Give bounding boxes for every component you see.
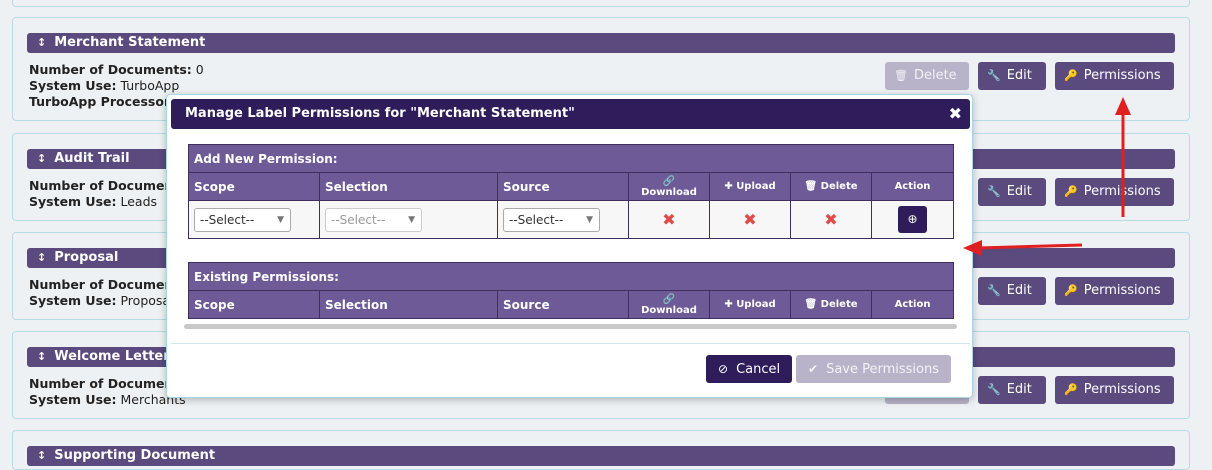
panel-title: Welcome Letter <box>54 349 170 364</box>
save-permissions-button[interactable]: ✔ Save Permissions <box>796 355 951 383</box>
col-upload: ✚ Upload <box>709 172 791 201</box>
panel-title: Merchant Statement <box>54 35 206 50</box>
sort-arrows-icon: ↕ <box>37 350 47 363</box>
permissions-button[interactable]: 🔑Permissions <box>1055 376 1174 404</box>
caret-down-icon: ▼ <box>586 214 593 225</box>
col-upload: ✚ Upload <box>709 290 791 319</box>
annotation-arrow-left <box>963 240 1083 256</box>
edit-button[interactable]: 🔧 Edit <box>978 178 1046 206</box>
key-icon: 🔑 <box>1064 284 1078 297</box>
trash-icon: 🗑 <box>804 181 818 192</box>
ban-icon: ⊘ <box>718 362 729 376</box>
download-toggle-x-icon[interactable]: ✖ <box>662 210 675 229</box>
upload-toggle-x-icon[interactable]: ✖ <box>743 210 756 229</box>
key-icon: 🔑 <box>1064 185 1078 198</box>
plus-icon: ✚ <box>724 181 733 192</box>
panel-header[interactable]: ↕ Supporting Document <box>27 446 1175 466</box>
new-permission-row: --Select-- ▼ --Select-- ▼ --Select-- ▼ ✖ ✖ … <box>188 200 954 239</box>
modal-divider <box>171 343 970 344</box>
col-source: Source <box>497 290 629 319</box>
col-download: 🔗 Download <box>628 172 710 201</box>
panel-info: Number of Documen System Use: Leads <box>29 178 174 209</box>
edit-button[interactable]: 🔧 Edit <box>978 62 1046 90</box>
trash-icon: 🗑 <box>894 69 908 82</box>
col-scope: Scope <box>188 290 320 319</box>
key-icon: 🔑 <box>1064 383 1078 396</box>
add-permission-title: Add New Permission: <box>188 144 954 173</box>
sort-arrows-icon: ↕ <box>37 449 47 462</box>
edit-button[interactable]: 🔧 Edit <box>978 376 1046 404</box>
panel-supporting-document: ↕ Supporting Document <box>12 430 1190 470</box>
sort-arrows-icon: ↕ <box>37 152 47 165</box>
panel-title: Proposal <box>54 250 119 265</box>
annotation-arrow-up <box>1115 97 1131 217</box>
add-permission-table: Add New Permission: Scope Selection Sour… <box>188 144 954 239</box>
delete-button[interactable]: 🗑 Delete <box>885 62 969 90</box>
col-action: Action <box>871 172 954 201</box>
permissions-button[interactable]: 🔑Permissions <box>1055 62 1174 90</box>
existing-permissions-title: Existing Permissions: <box>187 262 955 291</box>
horizontal-scrollbar[interactable] <box>184 324 957 329</box>
panel-info: Number of Documen System Use: Proposal <box>29 277 174 308</box>
modal-header: Manage Label Permissions for "Merchant S… <box>171 99 970 129</box>
selection-select[interactable]: --Select-- ▼ <box>325 207 422 232</box>
permissions-button[interactable]: 🔑Permissions <box>1055 277 1174 305</box>
col-scope: Scope <box>188 172 320 201</box>
trash-icon: 🗑 <box>804 299 818 310</box>
col-source: Source <box>497 172 629 201</box>
permissions-modal: Manage Label Permissions for "Merchant S… <box>166 94 973 398</box>
link-icon: 🔗 <box>662 293 676 305</box>
cancel-button[interactable]: ⊘ Cancel <box>706 355 793 383</box>
sort-arrows-icon: ↕ <box>37 36 47 49</box>
wrench-icon: 🔧 <box>987 284 1001 297</box>
wrench-icon: 🔧 <box>987 185 1001 198</box>
col-delete: 🗑 Delete <box>790 290 872 319</box>
panel-top-partial <box>12 0 1190 7</box>
plus-icon: ✚ <box>724 299 733 310</box>
plus-circle-icon: ⊕ <box>907 212 918 226</box>
panel-header[interactable]: ↕ Merchant Statement <box>27 33 1175 53</box>
col-selection: Selection <box>319 290 498 319</box>
wrench-icon: 🔧 <box>987 69 1001 82</box>
delete-toggle-x-icon[interactable]: ✖ <box>824 210 837 229</box>
col-selection: Selection <box>319 172 498 201</box>
edit-button[interactable]: 🔧 Edit <box>978 277 1046 305</box>
col-delete: 🗑 Delete <box>790 172 872 201</box>
col-action: Action <box>870 290 955 319</box>
existing-permissions-table: Existing Permissions: Scope Selection So… <box>187 262 955 319</box>
caret-down-icon: ▼ <box>277 214 284 225</box>
sort-arrows-icon: ↕ <box>37 251 47 264</box>
panel-info: Number of Documen System Use: Merchants <box>29 376 186 407</box>
key-icon: 🔑 <box>1064 69 1078 82</box>
caret-down-icon: ▼ <box>408 214 415 225</box>
source-select[interactable]: --Select-- ▼ <box>503 207 600 232</box>
col-download: 🔗 Download <box>628 290 710 319</box>
link-icon: 🔗 <box>662 175 676 187</box>
modal-title: Manage Label Permissions for "Merchant S… <box>185 106 575 121</box>
close-icon[interactable]: ✖ <box>949 99 962 129</box>
check-circle-icon: ✔ <box>808 362 819 376</box>
add-permission-button[interactable]: ⊕ <box>898 206 927 233</box>
scope-select[interactable]: --Select-- ▼ <box>194 207 291 232</box>
wrench-icon: 🔧 <box>987 383 1001 396</box>
panel-title: Audit Trail <box>54 151 130 166</box>
